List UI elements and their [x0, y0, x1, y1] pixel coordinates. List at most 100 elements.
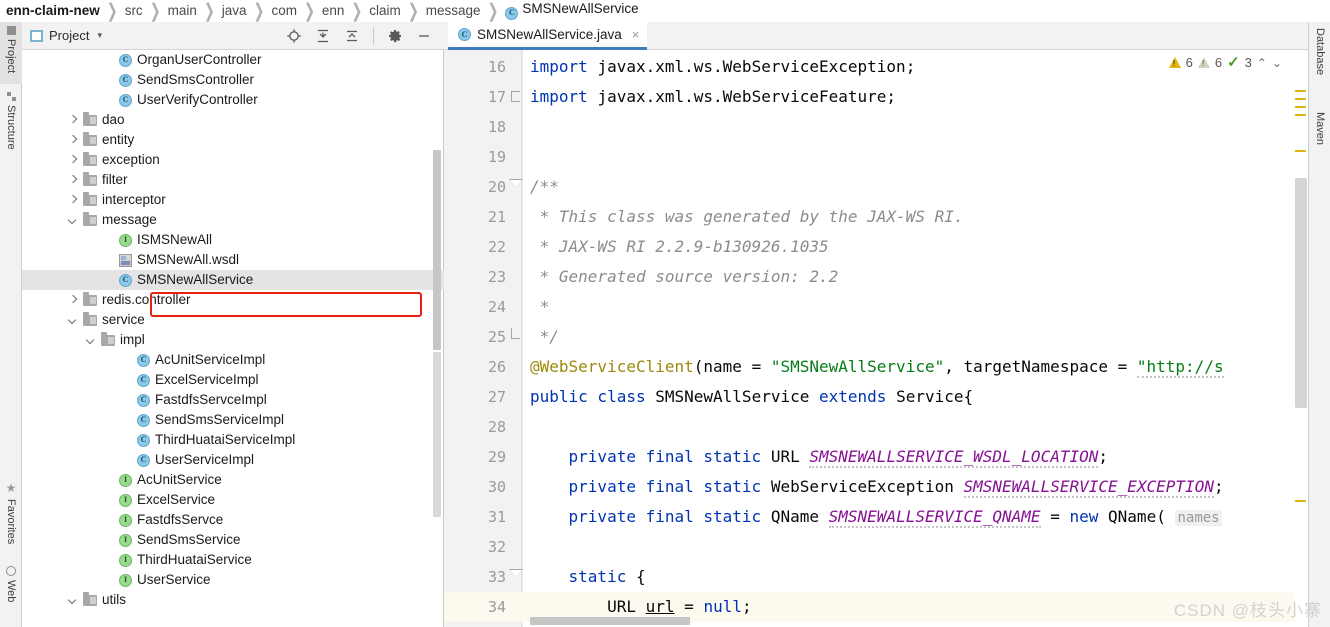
- collapse-all-icon[interactable]: [344, 28, 360, 44]
- tree-item-thirdhuataiserviceimpl[interactable]: C ThirdHuataiServiceImpl: [22, 430, 444, 450]
- inspection-status-widget[interactable]: 6 6 ✓ 3 ⌃ ⌄: [1168, 55, 1282, 70]
- tree-item-thirdhuataiservice[interactable]: I ThirdHuataiService: [22, 550, 444, 570]
- tree-item-smsnewall-wsdl[interactable]: SMSNewAll.wsdl: [22, 250, 444, 270]
- toolbar-divider: [373, 27, 374, 44]
- tree-item-fastdfsservce[interactable]: I FastdfsServce: [22, 510, 444, 530]
- breadcrumb-item-src[interactable]: src: [125, 3, 143, 18]
- project-title-dropdown[interactable]: Project ▾: [22, 28, 102, 43]
- code-fold-marker[interactable]: [510, 322, 522, 352]
- breadcrumb-item-java[interactable]: java: [222, 3, 247, 18]
- tree-item-acunitserviceimpl[interactable]: C AcUnitServiceImpl: [22, 350, 444, 370]
- sidebar-item-structure[interactable]: Structure: [0, 88, 22, 166]
- breadcrumb-item-main[interactable]: main: [168, 3, 197, 18]
- tree-item-ismsnewall[interactable]: I ISMSNewAll: [22, 230, 444, 250]
- breadcrumb-item-enn-claim-new[interactable]: enn-claim-new: [6, 3, 100, 18]
- tree-item-service[interactable]: service: [22, 310, 444, 330]
- sidebar-item-database[interactable]: Database: [1309, 24, 1330, 100]
- line-number: 21: [487, 208, 506, 226]
- breadcrumb-item-smsnewallservice[interactable]: C SMSNewAllService: [505, 1, 639, 20]
- tree-no-arrow: [122, 355, 133, 366]
- tree-item-userverifycontroller[interactable]: C UserVerifyController: [22, 90, 444, 110]
- tree-item-fastdfsservceimpl[interactable]: C FastdfsServceImpl: [22, 390, 444, 410]
- tree-no-arrow: [122, 455, 133, 466]
- breadcrumb-separator: ❯: [351, 0, 363, 21]
- sidebar-item-web[interactable]: Web: [0, 562, 22, 614]
- editor-tab-smsnewallservice[interactable]: C SMSNewAllService.java ×: [448, 22, 648, 50]
- chevron-down-icon[interactable]: [68, 595, 79, 606]
- tree-item-interceptor[interactable]: interceptor: [22, 190, 444, 210]
- code-fold-marker[interactable]: [509, 562, 523, 592]
- editor-horizontal-scrollbar[interactable]: [530, 617, 690, 625]
- chevron-down-icon[interactable]: ⌄: [1272, 56, 1282, 70]
- line-number: 31: [487, 508, 506, 526]
- code-content[interactable]: 16 17 18 19 20 21 22 23 24 25 26 27 28 29 30 31 32 33 34 35…: [444, 50, 1308, 627]
- tree-item-excelserviceimpl[interactable]: C ExcelServiceImpl: [22, 370, 444, 390]
- tree-item-dao[interactable]: dao: [22, 110, 444, 130]
- chevron-down-icon[interactable]: [68, 315, 79, 326]
- editor-marker-gutter[interactable]: [1294, 50, 1308, 627]
- code-line-text: private final static QName SMSNEWALLSERV…: [568, 507, 1222, 528]
- breadcrumb-item-enn[interactable]: enn: [322, 3, 345, 18]
- tree-item-entity[interactable]: entity: [22, 130, 444, 150]
- tree-item-organusercontroller[interactable]: C OrganUserController: [22, 50, 444, 70]
- breadcrumb-item-com[interactable]: com: [271, 3, 297, 18]
- gear-icon[interactable]: [387, 28, 403, 44]
- class-icon: C: [137, 413, 150, 427]
- code-line-text: import javax.xml.ws.WebServiceFeature;: [530, 87, 897, 106]
- tree-item-label: SMSNewAllService: [137, 272, 254, 287]
- chevron-right-icon[interactable]: [68, 135, 79, 146]
- editor-scrollbar-thumb[interactable]: [1295, 178, 1307, 408]
- sidebar-item-project[interactable]: Project: [0, 22, 22, 84]
- chevron-right-icon[interactable]: [68, 115, 79, 126]
- code-fold-marker[interactable]: [509, 172, 523, 202]
- code-fold-marker[interactable]: [510, 82, 522, 112]
- tree-item-sendsmscontroller[interactable]: C SendSmsController: [22, 70, 444, 90]
- tree-item-impl[interactable]: impl: [22, 330, 444, 350]
- line-number: 17: [487, 88, 506, 106]
- sidebar-item-maven[interactable]: Maven: [1309, 108, 1330, 164]
- breadcrumb-item-message[interactable]: message: [426, 3, 481, 18]
- scroll-from-source-icon[interactable]: [286, 28, 302, 44]
- tree-no-arrow: [104, 575, 115, 586]
- tree-item-sendsmsservice[interactable]: I SendSmsService: [22, 530, 444, 550]
- chevron-right-icon[interactable]: [68, 295, 79, 306]
- sidebar-item-favorites[interactable]: ★ Favorites: [0, 477, 22, 555]
- editor-tab-label: SMSNewAllService.java: [477, 27, 622, 42]
- hide-panel-icon[interactable]: [416, 28, 432, 44]
- tree-item-redis-controller[interactable]: redis.controller: [22, 290, 444, 310]
- chevron-right-icon[interactable]: [68, 155, 79, 166]
- tree-item-filter[interactable]: filter: [22, 170, 444, 190]
- close-icon[interactable]: ×: [632, 27, 640, 42]
- tree-item-message[interactable]: message: [22, 210, 444, 230]
- tree-no-arrow: [122, 375, 133, 386]
- tree-item-userservice[interactable]: I UserService: [22, 570, 444, 590]
- tree-item-exception[interactable]: exception: [22, 150, 444, 170]
- tree-item-smsnewallservice[interactable]: C SMSNewAllService: [22, 270, 444, 290]
- chevron-right-icon[interactable]: [68, 195, 79, 206]
- chevron-up-icon[interactable]: ⌃: [1257, 56, 1267, 70]
- chevron-down-icon[interactable]: ▾: [97, 30, 102, 41]
- tree-item-sendsmsserviceimpl[interactable]: C SendSmsServiceImpl: [22, 410, 444, 430]
- tree-item-label: exception: [102, 152, 160, 167]
- tree-item-utils[interactable]: utils: [22, 590, 444, 610]
- tree-item-label: ExcelServiceImpl: [155, 372, 259, 387]
- tree-item-excelservice[interactable]: I ExcelService: [22, 490, 444, 510]
- breadcrumb-item-claim[interactable]: claim: [369, 3, 401, 18]
- tree-scrollbar-track[interactable]: [433, 352, 441, 517]
- chevron-down-icon[interactable]: [68, 215, 79, 226]
- folder-icon: [83, 131, 97, 146]
- code-line-text: * JAX-WS RI 2.2.9-b130926.1035: [530, 237, 829, 256]
- project-tree[interactable]: C OrganUserController C SendSmsController C U…: [22, 50, 444, 627]
- chevron-down-icon[interactable]: [86, 335, 97, 346]
- tree-item-label: SendSmsService: [137, 532, 241, 547]
- chevron-right-icon[interactable]: [68, 175, 79, 186]
- tree-item-label: OrganUserController: [137, 52, 262, 67]
- tree-item-acunitservice[interactable]: I AcUnitService: [22, 470, 444, 490]
- expand-all-icon[interactable]: [315, 28, 331, 44]
- breadcrumb-separator: ❯: [203, 0, 215, 21]
- class-icon: C: [137, 433, 150, 447]
- breadcrumb-item-label: enn: [321, 3, 345, 18]
- tree-scrollbar-thumb[interactable]: [433, 150, 441, 350]
- tree-no-arrow: [104, 555, 115, 566]
- tree-item-userserviceimpl[interactable]: C UserServiceImpl: [22, 450, 444, 470]
